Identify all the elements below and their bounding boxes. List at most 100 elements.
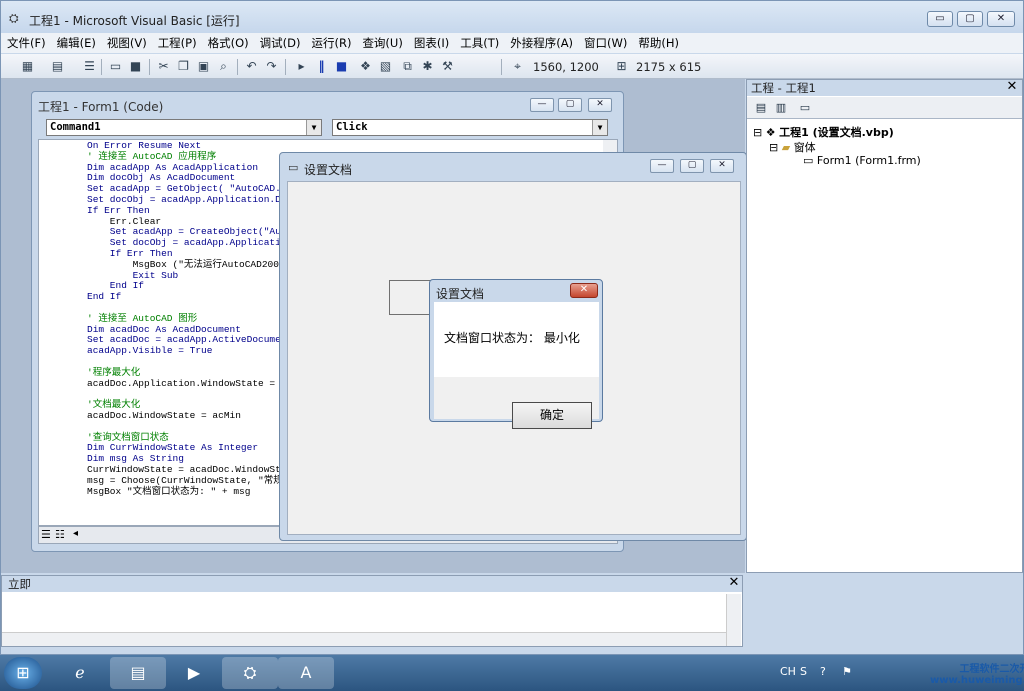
code-line: End If [87,291,122,303]
tree-item-project[interactable]: ⊟ ❖ 工程1 (设置文档.vbp) [753,124,894,140]
find-icon[interactable]: ⌕ [215,58,232,75]
menu-bar: 文件(F) 编辑(E) 视图(V) 工程(P) 格式(O) 调试(D) 运行(R) 查询(U)… [1,33,1023,53]
tree-item-forms-label: 窗体 [793,141,816,154]
code-line: ' 连接至 AutoCAD 应用程序 [87,150,217,162]
menu-format[interactable]: 格式(O) [202,33,254,51]
message-box-body: 文档窗口状态为： 最小化 确定 [434,302,599,429]
menu-help[interactable]: 帮助(H) [632,33,684,51]
chevron-down-icon[interactable]: ▼ [592,120,607,135]
object-combo[interactable]: Command1 ▼ [46,119,322,136]
project-explorer-close-button[interactable]: ✕ [1004,80,1020,95]
tray-network-icon[interactable]: ⚑ [842,665,852,678]
explorer-icon[interactable]: ▤ [110,657,166,689]
menu-diagram[interactable]: 图表(I) [408,33,454,51]
toolbar-separator [285,59,286,75]
menu-edit[interactable]: 编辑(E) [51,33,101,51]
form-icon: ▭ [288,161,299,174]
menu-file[interactable]: 文件(F) [1,33,51,51]
end-icon[interactable]: ■ [333,58,350,75]
form-minimize-button[interactable]: — [650,159,674,173]
ie-icon[interactable]: ℯ [52,657,108,689]
code-restore-button[interactable]: ▢ [558,98,582,112]
menu-window[interactable]: 窗口(W) [578,33,632,51]
start-icon[interactable]: ▸ [293,58,310,75]
code-line: acadDoc.Application.WindowState = ac [87,377,293,389]
size-readout: 2175 x 615 [636,60,702,74]
tree-item-form1-label: Form1 (Form1.frm) [816,154,921,167]
toolbox-icon[interactable]: ⚒ [439,58,456,75]
scroll-left-icon[interactable]: ◂ [73,528,78,539]
menu-project[interactable]: 工程(P) [152,33,202,51]
immediate-close-button[interactable]: ✕ [726,576,742,591]
form-title: 设置文档 [304,163,353,177]
view-object-icon[interactable]: ▥ [773,100,789,115]
project-explorer-panel: 工程 - 工程1 ✕ ▤ ▥ ▭ ⊟ ❖ 工程1 (设置文档.vbp) ⊟ ▰ … [746,79,1023,573]
code-window-title: 工程1 - Form1 (Code) [38,100,164,114]
code-line: '程序最大化 [87,366,141,378]
ok-button[interactable]: 确定 [512,402,592,429]
tree-item-project-label: 工程1 (设置文档.vbp) [779,126,894,139]
break-icon[interactable]: ‖ [313,58,330,75]
tray-language[interactable]: CH [780,665,796,678]
position-readout: 1560, 1200 [533,60,599,74]
toolbar-separator [149,59,150,75]
redo-icon[interactable]: ↷ [263,58,280,75]
immediate-window[interactable]: 立即 ✕ [1,575,743,647]
tree-item-form1[interactable]: ▭ Form1 (Form1.frm) [803,154,921,167]
collapse-icon[interactable]: ⊟ [769,141,778,154]
save-icon[interactable]: ■ [127,58,144,75]
vb-taskbar-icon[interactable]: ⛭ [222,657,278,689]
view-code-icon[interactable]: ▤ [753,100,769,115]
properties-icon[interactable]: ▧ [377,58,394,75]
message-box[interactable]: 设置文档 ✕ 文档窗口状态为： 最小化 确定 [429,279,603,429]
menu-editor-icon[interactable]: ☰ [81,58,98,75]
full-module-view-icon[interactable]: ☷ [55,528,65,541]
title-bar[interactable]: ⛭ 工程1 - Microsoft Visual Basic [运行] ▭ ▢ … [1,1,1023,33]
copy-icon[interactable]: ❐ [175,58,192,75]
media-player-icon[interactable]: ▶ [166,657,222,689]
menu-run[interactable]: 运行(R) [305,33,356,51]
tree-item-forms-folder[interactable]: ⊟ ▰ 窗体 [769,139,816,155]
code-minimize-button[interactable]: — [530,98,554,112]
form-restore-button[interactable]: ▢ [680,159,704,173]
immediate-horizontal-scrollbar[interactable] [2,632,726,646]
menu-addins[interactable]: 外接程序(A) [504,33,578,51]
code-close-button[interactable]: ✕ [588,98,612,112]
procedure-combo[interactable]: Click ▼ [332,119,608,136]
menu-debug[interactable]: 调试(D) [254,33,306,51]
form-close-button[interactable]: ✕ [710,159,734,173]
project-explorer-toolbar: ▤ ▥ ▭ [747,97,1022,119]
message-box-close-button[interactable]: ✕ [570,283,598,298]
cut-icon[interactable]: ✂ [155,58,172,75]
menu-query[interactable]: 查询(U) [356,33,407,51]
code-line: acadDoc.WindowState = acMin [87,409,241,421]
add-form-icon[interactable]: ▤ [49,58,66,75]
toggle-folders-icon[interactable]: ▭ [797,100,813,115]
restore-button[interactable]: ▢ [957,11,983,27]
autocad-taskbar-icon[interactable]: A [278,657,334,689]
start-button[interactable]: ⊞ [4,657,42,689]
tray-help-icon[interactable]: ? [820,665,826,678]
project-icon: ❖ [765,126,776,139]
form-layout-icon[interactable]: ⧉ [399,58,416,75]
close-button[interactable]: ✕ [987,11,1015,27]
collapse-icon[interactable]: ⊟ [753,126,762,139]
project-explorer-icon[interactable]: ❖ [357,58,374,75]
minimize-button[interactable]: ▭ [927,11,953,27]
open-icon[interactable]: ▭ [107,58,124,75]
code-line: acadApp.Visible = True [87,345,213,357]
window-title: 工程1 - Microsoft Visual Basic [运行] [29,14,240,28]
paste-icon[interactable]: ▣ [195,58,212,75]
procedure-view-icon[interactable]: ☰ [41,528,51,541]
vb-app-icon: ⛭ [9,11,19,25]
object-browser-icon[interactable]: ✱ [419,58,436,75]
message-box-text: 文档窗口状态为： 最小化 [444,331,580,345]
immediate-vertical-scrollbar[interactable] [726,594,741,646]
tray-input-icon[interactable]: S [800,665,807,678]
add-project-icon[interactable]: ▦ [19,58,36,75]
chevron-down-icon[interactable]: ▼ [306,120,321,135]
menu-view[interactable]: 视图(V) [101,33,152,51]
undo-icon[interactable]: ↶ [243,58,260,75]
code-line: ' 连接至 AutoCAD 图形 [87,312,198,324]
menu-tools[interactable]: 工具(T) [454,33,504,51]
